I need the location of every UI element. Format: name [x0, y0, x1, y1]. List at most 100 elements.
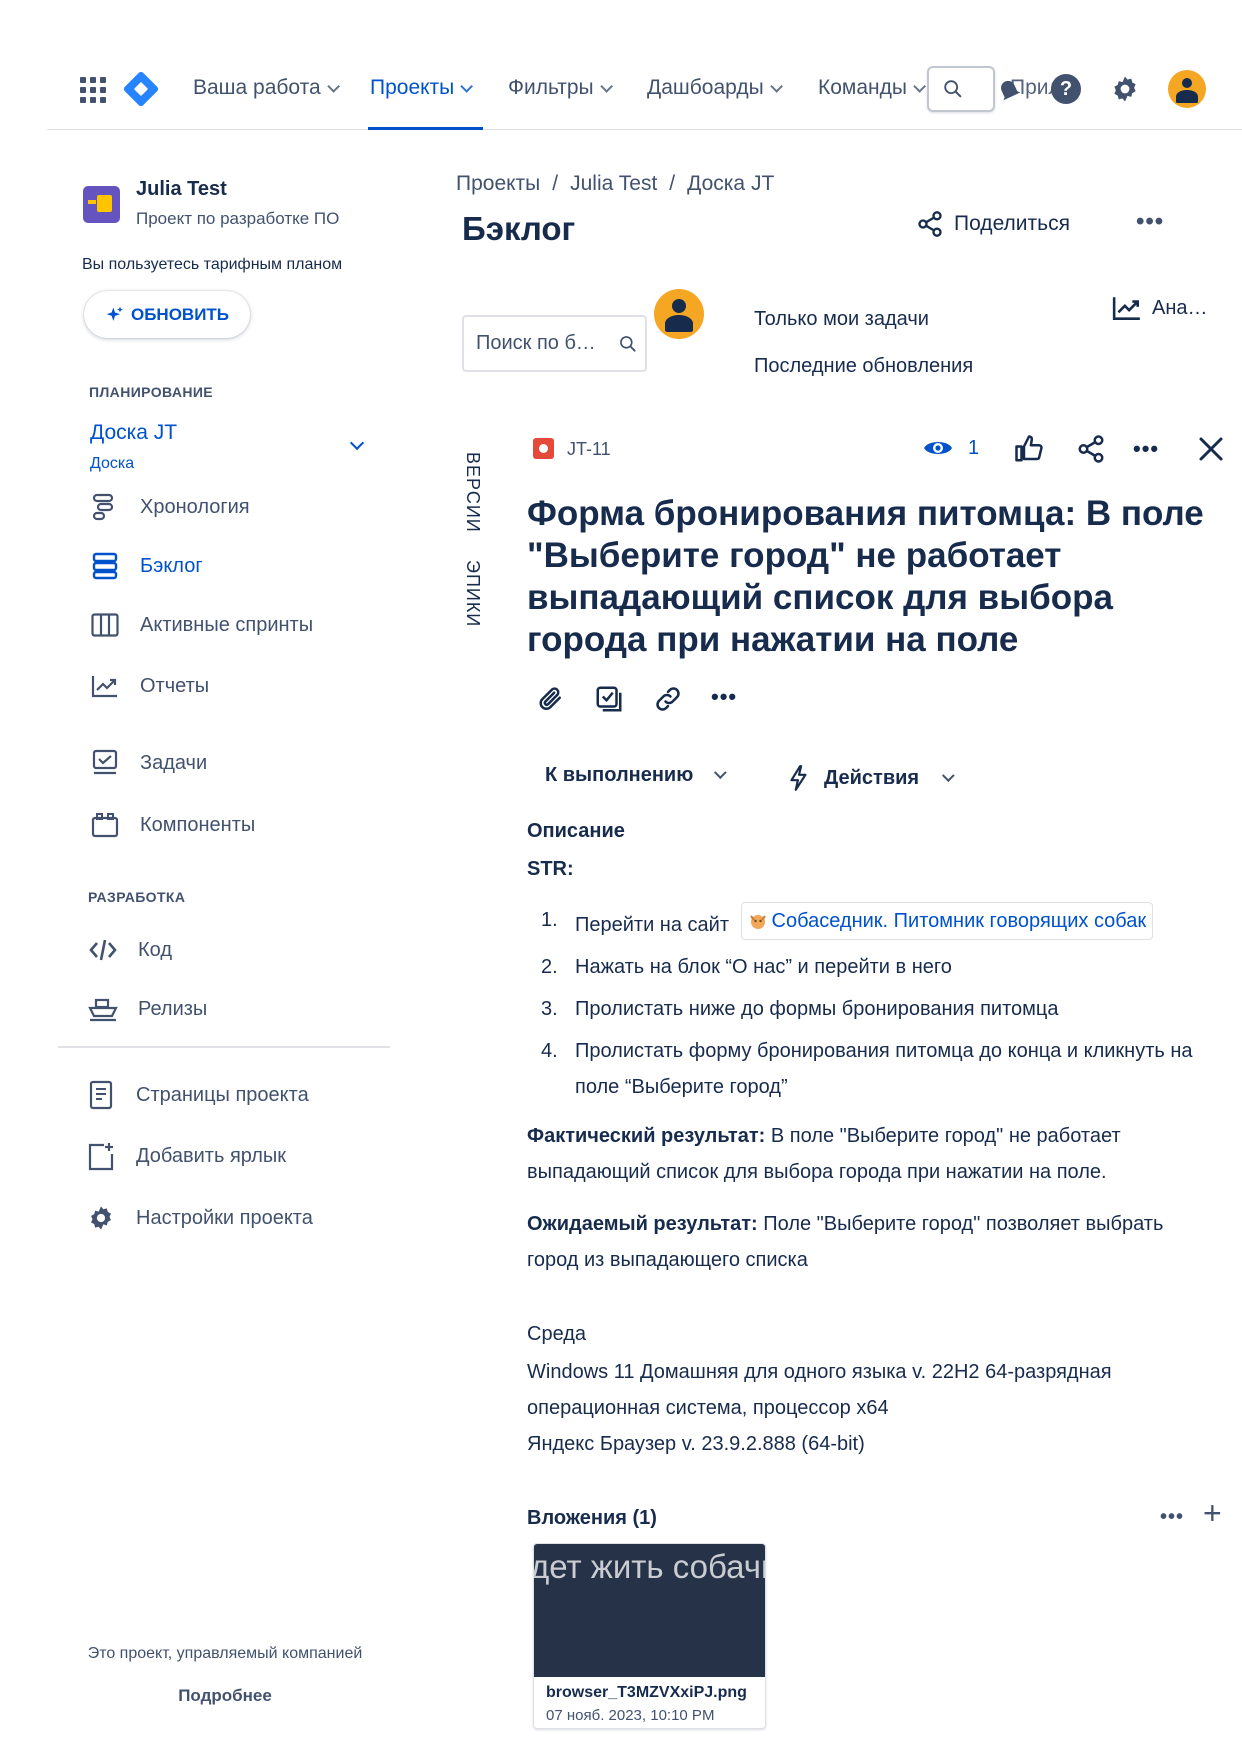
eye-icon	[924, 442, 952, 454]
learn-more-link[interactable]: Подробнее	[40, 1686, 410, 1706]
nav-dashboards-label: Дашбоарды	[647, 76, 764, 99]
sidebar-item-issues[interactable]: Задачи	[90, 748, 207, 778]
attachment-thumbnail: дет жить собачк	[534, 1544, 765, 1677]
sidebar-item-label: Страницы проекта	[136, 1083, 309, 1106]
list-item: 4. Пролистать форму бронирования питомца…	[541, 1040, 1193, 1098]
backlog-search-placeholder: Поиск по бэклогу	[476, 332, 604, 354]
share-icon[interactable]	[1076, 434, 1106, 464]
link-icon[interactable]	[653, 684, 683, 714]
sidebar-item-label: Задачи	[140, 751, 208, 774]
child-issue-icon[interactable]	[594, 684, 624, 714]
sidebar-item-label: Активные спринты	[140, 613, 314, 636]
nav-active-indicator	[368, 127, 483, 130]
insights-label: Аналитика	[1152, 296, 1218, 319]
nav-projects-label: Проекты	[370, 76, 455, 99]
planning-section-label: ПЛАНИРОВАНИЕ	[89, 384, 214, 400]
versions-tab[interactable]: ВЕРСИИ	[462, 452, 483, 533]
project-logo-icon	[83, 186, 120, 223]
status-dropdown[interactable]: К выполнению	[545, 764, 728, 787]
list-item: 2. Нажать на блок “О нас” и перейти в не…	[541, 956, 952, 978]
ship-icon	[88, 994, 118, 1024]
list-item: 3. Пролистать ниже до формы бронирования…	[541, 998, 1059, 1020]
global-search-input[interactable]	[927, 66, 995, 112]
close-icon[interactable]	[1196, 434, 1226, 464]
sidebar-item-timeline[interactable]: Хронология	[90, 492, 250, 522]
attachments-heading: Вложения (1)	[527, 1507, 657, 1529]
share-icon	[918, 211, 942, 237]
sidebar-item-releases[interactable]: Релизы	[88, 994, 207, 1024]
chevron-down-icon[interactable]	[349, 435, 365, 451]
page-title: Бэклог	[462, 210, 576, 247]
upgrade-button[interactable]: ОБНОВИТЬ	[84, 291, 250, 338]
issue-title[interactable]: Форма бронирования питомца: В поле "Выбе…	[527, 493, 1217, 661]
breadcrumb-projects[interactable]: Проекты	[456, 172, 540, 195]
attachment-date: 07 нояб. 2023, 10:10 PM	[546, 1707, 715, 1724]
board-columns-icon	[90, 610, 120, 640]
board-selector[interactable]: Доска JT	[90, 421, 177, 445]
issue-key[interactable]: JT-11	[567, 439, 611, 460]
sidebar-item-reports[interactable]: Отчеты	[90, 671, 209, 701]
sidebar-item-project-pages[interactable]: Страницы проекта	[86, 1080, 309, 1110]
board-selector-type: Доска	[90, 455, 135, 472]
sidebar-item-project-settings[interactable]: Настройки проекта	[86, 1203, 313, 1233]
timeline-icon	[90, 492, 120, 522]
watch-count: 1	[968, 436, 980, 459]
attachment-filename: browser_T3MZVXxiPJ.png	[546, 1684, 747, 1701]
sidebar-item-label: Код	[138, 938, 173, 961]
profile-avatar[interactable]	[1168, 70, 1206, 108]
nav-your-work-label: Ваша работа	[193, 76, 321, 99]
actions-dropdown[interactable]: Действия	[786, 764, 955, 792]
backlog-search-input[interactable]: Поиск по бэклогу	[462, 315, 647, 372]
sidebar-item-components[interactable]: Компоненты	[90, 810, 255, 840]
status-label: К выполнению	[545, 764, 694, 786]
thumbs-up-icon[interactable]	[1014, 434, 1044, 464]
insights-button[interactable]: Аналитика	[1112, 295, 1218, 321]
sidebar-item-label: Хронология	[140, 495, 250, 518]
sidebar-item-label: Добавить ярлык	[136, 1144, 287, 1167]
backlog-icon	[90, 551, 120, 581]
site-inline-link[interactable]: Собаседник. Питомник говорящих собак	[740, 902, 1154, 940]
sidebar-item-label: Компоненты	[140, 813, 256, 836]
sidebar-item-label: Отчеты	[140, 674, 210, 697]
attachments-more-icon[interactable]: •••	[1160, 1506, 1184, 1529]
nav-your-work[interactable]: Ваша работа	[193, 76, 340, 100]
expected-result: Ожидаемый результат: Поле "Выберите горо…	[527, 1213, 1164, 1271]
breadcrumb-board[interactable]: Доска JT	[687, 172, 774, 195]
bug-type-icon	[533, 438, 554, 459]
more-tools-icon[interactable]: •••	[711, 684, 737, 710]
sidebar-item-backlog[interactable]: Бэклог	[90, 551, 203, 581]
nav-projects[interactable]: Проекты	[370, 76, 474, 100]
nav-filters-label: Фильтры	[508, 76, 594, 99]
attachment-card[interactable]: дет жить собачк browser_T3MZVXxiPJ.png 0…	[533, 1543, 766, 1729]
sidebar-divider	[58, 1046, 390, 1048]
share-button[interactable]: Поделиться	[916, 210, 1070, 238]
add-attachment-icon[interactable]: +	[1203, 1497, 1222, 1529]
notifications-bell-icon[interactable]	[995, 76, 1023, 104]
breadcrumb: Проекты / Julia Test / Доска JT	[456, 172, 775, 195]
sidebar-item-code[interactable]: Код	[88, 935, 172, 965]
plan-note: Вы пользуетесь тарифным планом	[82, 256, 343, 273]
chart-line-icon	[90, 671, 120, 701]
help-icon[interactable]: ?	[1051, 74, 1081, 104]
attachment-icon[interactable]	[536, 684, 566, 714]
breadcrumb-project[interactable]: Julia Test	[570, 172, 657, 195]
sidebar-item-add-shortcut[interactable]: Добавить ярлык	[86, 1141, 286, 1171]
epics-tab[interactable]: ЭПИКИ	[462, 560, 483, 627]
assignee-avatar-filter[interactable]	[654, 289, 704, 339]
nav-teams[interactable]: Команды	[818, 76, 926, 100]
lightning-icon	[790, 765, 807, 791]
project-type: Проект по разработке ПО	[136, 209, 340, 228]
issue-more-icon[interactable]: •••	[1133, 436, 1159, 462]
components-icon	[90, 810, 120, 840]
filter-recently-updated[interactable]: Последние обновления	[754, 355, 973, 378]
settings-gear-icon[interactable]	[1110, 74, 1140, 104]
more-actions-icon[interactable]: •••	[1136, 208, 1164, 236]
sidebar-item-active-sprints[interactable]: Активные спринты	[90, 610, 313, 640]
watch-button[interactable]: 1	[922, 436, 979, 460]
nav-dashboards[interactable]: Дашбоарды	[647, 76, 783, 100]
filter-only-my-issues[interactable]: Только мои задачи	[754, 308, 929, 331]
nav-filters[interactable]: Фильтры	[508, 76, 613, 100]
issues-icon	[90, 748, 120, 778]
app-switcher-icon[interactable]	[80, 77, 106, 103]
sidebar-item-label: Релизы	[138, 997, 208, 1020]
